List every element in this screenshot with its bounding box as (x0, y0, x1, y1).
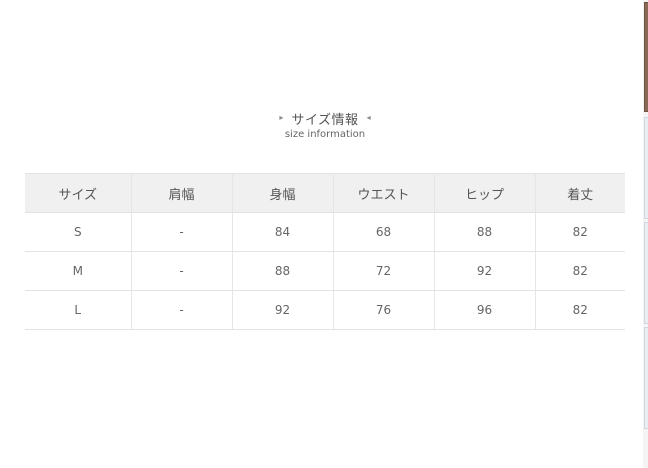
header-length: 着丈 (534, 173, 625, 213)
table-row: L - 92 76 96 82 (25, 290, 625, 330)
triangle-right-icon: ▸ (279, 113, 284, 122)
thumbnail-image[interactable] (644, 2, 648, 112)
section-subtitle: size information (284, 129, 366, 140)
cell-size: M (25, 251, 132, 291)
header-size: サイズ (25, 173, 132, 213)
cell-hip: 88 (433, 212, 536, 252)
cell-shoulder: - (130, 251, 233, 291)
cell-shoulder: - (130, 290, 233, 330)
header-hip: ヒップ (433, 173, 536, 213)
cell-waist: 72 (332, 251, 435, 291)
cell-waist: 68 (332, 212, 435, 252)
triangle-left-icon: ◂ (366, 113, 371, 122)
cell-length: 82 (534, 251, 625, 291)
cell-hip: 96 (433, 290, 536, 330)
thumbnail-image[interactable] (644, 222, 648, 324)
header-chest: 身幅 (231, 173, 334, 213)
section-title: サイズ情報 (291, 112, 359, 128)
cell-size: S (25, 212, 132, 252)
cell-hip: 92 (433, 251, 536, 291)
cell-chest: 88 (231, 251, 334, 291)
header-waist: ウエスト (332, 173, 435, 213)
cell-length: 82 (534, 212, 625, 252)
thumbnail-image[interactable] (644, 117, 648, 219)
size-info-heading: ▸ サイズ情報 ◂ size information (0, 108, 648, 141)
cell-chest: 84 (231, 212, 334, 252)
cell-length: 82 (534, 290, 625, 330)
cell-chest: 92 (231, 290, 334, 330)
table-header-row: サイズ 肩幅 身幅 ウエスト ヒップ 着丈 (25, 173, 625, 213)
title-row: ▸ サイズ情報 ◂ (0, 108, 648, 128)
header-shoulder: 肩幅 (130, 173, 233, 213)
cell-waist: 76 (332, 290, 435, 330)
cell-shoulder: - (130, 212, 233, 252)
table-row: S - 84 68 88 82 (25, 212, 625, 252)
table-row: M - 88 72 92 82 (25, 251, 625, 291)
thumbnail-image[interactable] (644, 327, 648, 429)
cell-size: L (25, 290, 132, 330)
size-table: サイズ 肩幅 身幅 ウエスト ヒップ 着丈 S - 84 68 88 82 M … (25, 173, 625, 330)
page: ▸ サイズ情報 ◂ size information サイズ 肩幅 身幅 ウエス… (0, 0, 648, 468)
